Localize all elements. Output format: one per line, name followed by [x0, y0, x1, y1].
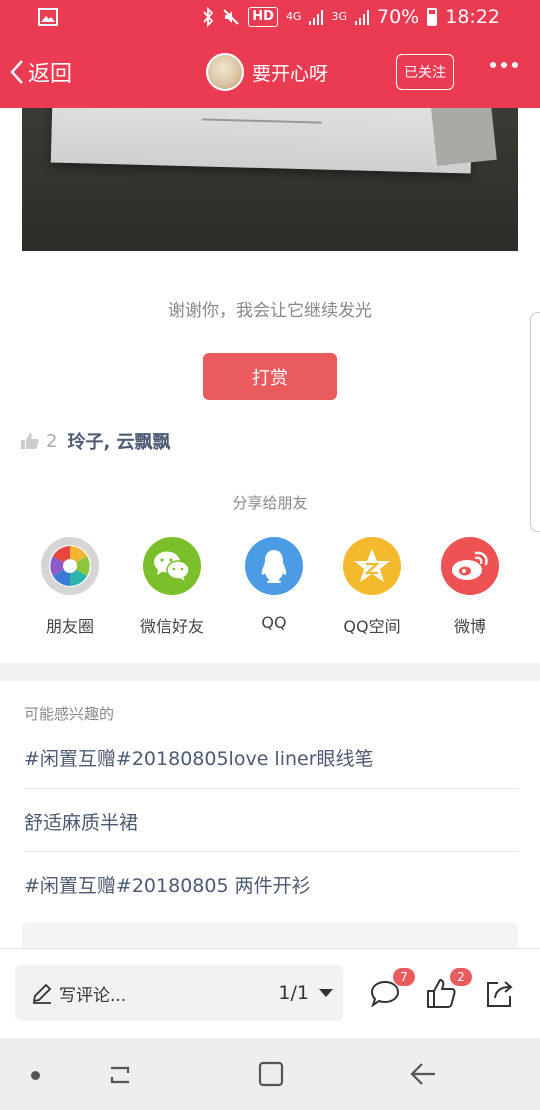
photo-paper [50, 108, 474, 174]
recent-apps-icon[interactable] [106, 1062, 134, 1088]
weibo-eye [452, 551, 488, 580]
reward-prompt: 谢谢你，我会让它继续发光 [168, 301, 372, 321]
reward-button[interactable]: 打赏 [203, 353, 337, 400]
section-divider [0, 663, 540, 681]
battery-percent: 70% [377, 6, 420, 28]
bluetooth-icon [203, 7, 214, 27]
recommend-title: 可能感兴趣的 [24, 705, 115, 723]
more-dot [501, 62, 507, 68]
mute-icon [223, 9, 239, 25]
hd-indicator: HD [248, 7, 278, 27]
qzone-star [354, 549, 390, 582]
photo-paper-edge [427, 108, 497, 166]
back-arrow-icon[interactable] [408, 1060, 438, 1088]
signal-4g: 4G [285, 10, 302, 23]
share-weibo[interactable]: 微博 [410, 537, 530, 637]
back-label: 返回 [28, 62, 73, 87]
aperture-graphic [49, 545, 91, 587]
liked-by-names[interactable]: 玲子, 云飘飘 [67, 428, 170, 454]
weibo-icon[interactable] [441, 537, 499, 595]
qq-penguin [261, 550, 287, 583]
signal-icon [309, 10, 324, 25]
author-info[interactable]: 要开心呀 [206, 52, 328, 92]
top-nav: 返回 要开心呀 已关注 [0, 36, 540, 108]
qzone-icon[interactable] [343, 537, 401, 595]
post-photo[interactable] [22, 108, 518, 251]
divider [24, 851, 518, 852]
avatar[interactable] [206, 53, 244, 91]
wechat-bubbles [154, 551, 190, 581]
moments-icon[interactable] [41, 537, 99, 595]
signal-3g: 3G [331, 10, 347, 23]
recommend-item[interactable]: #闲置互赠#20180805 两件开衫 [24, 871, 518, 898]
page-selector[interactable]: 1/1 [278, 965, 333, 1021]
chevron-left-icon [10, 60, 23, 84]
follow-button[interactable]: 已关注 [396, 54, 454, 90]
caret-down-icon [319, 989, 333, 997]
thumbs-up-icon[interactable] [20, 432, 40, 450]
system-nav-bar [0, 1038, 540, 1110]
author-name[interactable]: 要开心呀 [252, 59, 328, 86]
likes-row: 2 玲子, 云飘飘 [20, 428, 171, 454]
status-bar: HD 4G 3G 70% 18:22 [0, 0, 540, 36]
share-label-weibo: 微博 [453, 617, 486, 636]
page-indicator: 1/1 [278, 982, 309, 1004]
comment-count-badge: 7 [393, 968, 415, 986]
gallery-icon [38, 8, 58, 26]
more-dot [512, 62, 518, 68]
battery-icon [427, 8, 438, 26]
comment-bar: 写评论... 1/1 7 2 [0, 948, 540, 1038]
wechat-icon[interactable] [143, 537, 201, 595]
comment-placeholder: 写评论... [59, 985, 127, 1006]
nav-dot[interactable] [31, 1071, 40, 1080]
share-icon[interactable] [482, 977, 516, 1011]
like-count-badge: 2 [450, 968, 472, 986]
recommend-item[interactable]: 舒适麻质半裙 [24, 808, 518, 835]
pencil-icon [32, 983, 52, 1004]
back-button[interactable]: 返回 [10, 52, 72, 92]
comment-input[interactable]: 写评论... 1/1 [15, 965, 343, 1021]
more-dot [490, 62, 496, 68]
qq-icon[interactable] [245, 537, 303, 595]
clock: 18:22 [445, 6, 500, 28]
signal-icon-2 [355, 10, 369, 25]
recommend-item[interactable]: #闲置互赠#20180805love liner眼线笔 [24, 744, 518, 771]
more-button[interactable] [490, 62, 518, 68]
share-title: 分享给朋友 [232, 494, 308, 512]
like-count: 2 [46, 430, 58, 452]
home-icon[interactable] [257, 1060, 285, 1088]
divider [24, 788, 518, 789]
